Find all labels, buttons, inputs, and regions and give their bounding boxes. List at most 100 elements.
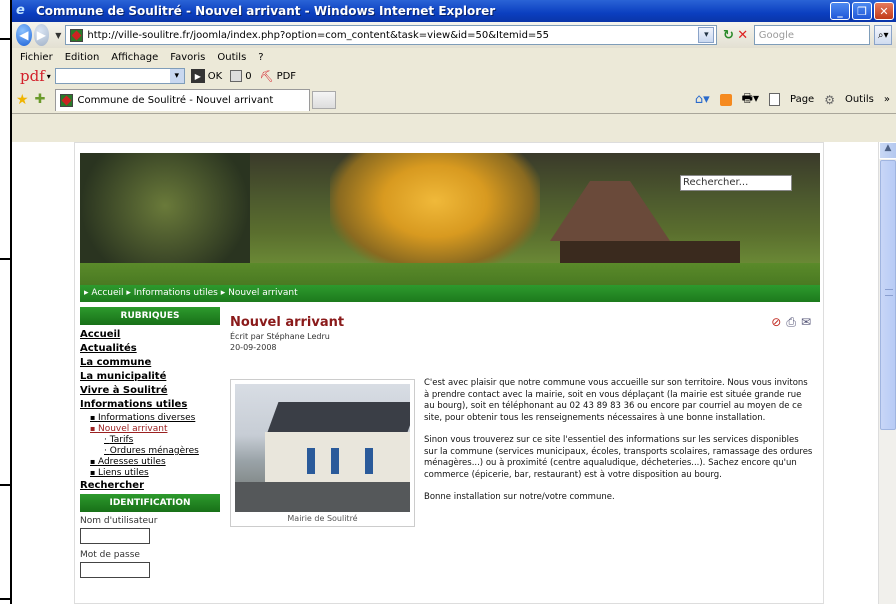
header-banner: Rechercher... xyxy=(80,153,820,285)
sub-menu: Informations diverses Nouvel arrivant Ta… xyxy=(90,413,220,478)
photo-frame: Mairie de Soulitré xyxy=(230,379,415,527)
sidebar-item-accueil[interactable]: Accueil xyxy=(80,329,220,340)
scroll-up-icon[interactable]: ▲ xyxy=(879,142,896,159)
tab-current[interactable]: Commune de Soulitré - Nouvel arrivant xyxy=(55,88,311,111)
breadcrumb[interactable]: ▸ Accueil ▸ Informations utiles ▸ Nouvel… xyxy=(80,285,820,302)
sidebar-item-actualites[interactable]: Actualités xyxy=(80,343,220,354)
title-bar: e Commune de Soulitré - Nouvel arrivant … xyxy=(12,0,896,22)
command-bar: ⌂▾ 🖶▾ Page ⚙ Outils » xyxy=(695,89,896,110)
address-url[interactable]: http://ville-soulitre.fr/joomla/index.ph… xyxy=(87,30,698,41)
refresh-icon[interactable]: ↻ xyxy=(721,25,735,45)
scroll-thumb[interactable] xyxy=(880,160,896,430)
tab-favicon-icon xyxy=(60,93,74,107)
menu-favoris[interactable]: Favoris xyxy=(170,52,205,63)
email-article-icon[interactable]: ✉ xyxy=(801,315,811,330)
tab-title: Commune de Soulitré - Nouvel arrivant xyxy=(77,94,274,106)
article-paragraph: C'est avec plaisir que notre commune vou… xyxy=(424,378,808,423)
photo-door xyxy=(307,448,315,474)
edge-tick xyxy=(0,258,12,260)
add-favorite-icon[interactable]: ✚ xyxy=(35,92,46,107)
sidebar-item-la-commune[interactable]: La commune xyxy=(80,357,220,368)
go-arrow-icon[interactable]: ▶ xyxy=(190,69,205,83)
back-button[interactable]: ◀ xyxy=(16,24,32,46)
photo-door xyxy=(331,448,339,474)
pdf-logo[interactable]: pdf xyxy=(20,67,45,85)
new-tab-button[interactable] xyxy=(312,90,337,109)
site-search-input[interactable]: Rechercher... xyxy=(680,175,792,191)
address-bar[interactable]: http://ville-soulitre.fr/joomla/index.ph… xyxy=(65,25,718,45)
sidebar-item-la-municipalite[interactable]: La municipalité xyxy=(80,371,220,382)
search-input[interactable]: Google xyxy=(753,25,871,45)
tools-menu[interactable]: Outils xyxy=(845,94,874,105)
ie-logo-icon: e xyxy=(16,3,25,18)
menu-edition[interactable]: Edition xyxy=(65,52,100,63)
stop-icon[interactable]: ✕ xyxy=(736,25,750,45)
tab-bar: ★ ✚ Commune de Soulitré - Nouvel arrivan… xyxy=(12,86,896,114)
search-icon[interactable]: ⌕▾ xyxy=(874,25,893,45)
pdf-select[interactable] xyxy=(54,68,185,84)
page-viewport: Rechercher... ▸ Accueil ▸ Informations u… xyxy=(12,142,878,604)
navigation-bar: ◀ ▶ ▼ http://ville-soulitre.fr/joomla/in… xyxy=(12,22,896,48)
sub-item-ordures[interactable]: Ordures ménagères xyxy=(104,446,220,456)
window-title: Commune de Soulitré - Nouvel arrivant - … xyxy=(36,4,496,18)
page-icon xyxy=(768,93,780,106)
vertical-scrollbar[interactable]: ▲ xyxy=(878,142,896,604)
banner-barn-roof xyxy=(550,181,670,241)
sub-item-adresses[interactable]: Adresses utiles xyxy=(90,457,220,467)
sidebar-item-informations-utiles[interactable]: Informations utiles xyxy=(80,399,220,410)
pdf-icon: ⛏ xyxy=(259,69,274,83)
history-dropdown-icon[interactable]: ▼ xyxy=(55,31,61,40)
identification-header: IDENTIFICATION xyxy=(80,494,220,512)
banner-autumn-tree xyxy=(330,153,540,273)
website-container: Rechercher... ▸ Accueil ▸ Informations u… xyxy=(74,142,824,604)
article-paragraph: Sinon vous trouverez sur ce site l'essen… xyxy=(424,435,813,480)
menu-help[interactable]: ? xyxy=(258,52,263,63)
site-favicon-icon xyxy=(70,28,84,42)
close-button[interactable]: ✕ xyxy=(874,2,894,20)
minimize-button[interactable]: _ xyxy=(830,2,850,20)
ok-button[interactable]: OK xyxy=(208,71,222,82)
password-field[interactable] xyxy=(80,562,150,578)
menu-outils[interactable]: Outils xyxy=(217,52,246,63)
mairie-photo xyxy=(235,384,410,512)
sub-item-nouvel-arrivant[interactable]: Nouvel arrivant xyxy=(90,424,220,434)
password-label: Mot de passe xyxy=(80,550,140,560)
pdf-button[interactable]: PDF xyxy=(277,71,296,82)
pdf-export-icon[interactable]: ⊘ xyxy=(771,315,781,330)
outer-frame-edge xyxy=(0,0,12,604)
edge-tick xyxy=(0,598,12,600)
overflow-chevron-icon[interactable]: » xyxy=(884,94,890,105)
photo-caption: Mairie de Soulitré xyxy=(287,514,358,523)
sidebar-item-rechercher[interactable]: Rechercher xyxy=(80,480,220,491)
username-field[interactable] xyxy=(80,528,150,544)
forward-button[interactable]: ▶ xyxy=(33,24,50,46)
menu-fichier[interactable]: Fichier xyxy=(20,52,53,63)
favorites-star-icon[interactable]: ★ xyxy=(16,92,29,108)
feed-icon[interactable] xyxy=(719,93,732,106)
photo-roof xyxy=(267,402,410,432)
menu-bar: Fichier Edition Affichage Favoris Outils… xyxy=(12,48,896,66)
sub-item-liens[interactable]: Liens utiles xyxy=(90,468,220,478)
menu-affichage[interactable]: Affichage xyxy=(111,52,158,63)
pdf-logo-dropdown-icon[interactable]: ▾ xyxy=(47,72,51,81)
banner-lawn xyxy=(80,263,820,285)
print-icon[interactable]: 🖶▾ xyxy=(742,89,759,110)
browser-window: e Commune de Soulitré - Nouvel arrivant … xyxy=(12,0,896,604)
article-actions: ⊘ ⎙ ✉ xyxy=(771,315,811,330)
article-date: 20-09-2008 xyxy=(230,343,277,352)
address-dropdown-icon[interactable]: ▾ xyxy=(698,27,715,43)
photo-door xyxy=(365,448,373,474)
scroll-grip xyxy=(885,289,893,296)
home-icon[interactable]: ⌂▾ xyxy=(695,92,710,107)
sidebar-item-vivre[interactable]: Vivre à Soulitré xyxy=(80,385,220,396)
sub-item-tarifs[interactable]: Tarifs xyxy=(104,435,220,445)
sub-item-informations-diverses[interactable]: Informations diverses xyxy=(90,413,220,423)
page-menu[interactable]: Page xyxy=(790,94,814,105)
maximize-button[interactable]: ❐ xyxy=(852,2,872,20)
gear-icon: ⚙ xyxy=(824,92,835,107)
rubriques-header: RUBRIQUES xyxy=(80,307,220,325)
photo-road xyxy=(235,482,410,512)
article-body: C'est avec plaisir que notre commune vou… xyxy=(424,378,814,515)
article-paragraph: Bonne installation sur notre/votre commu… xyxy=(424,492,615,502)
print-article-icon[interactable]: ⎙ xyxy=(786,315,796,330)
